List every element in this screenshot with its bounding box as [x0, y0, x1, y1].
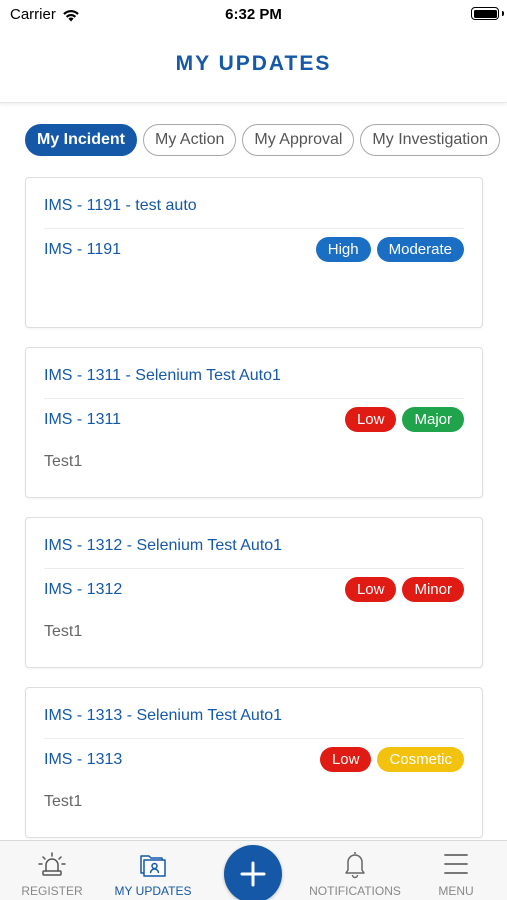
- badge-group: High Moderate: [315, 237, 464, 262]
- page-title: MY UPDATES: [175, 52, 332, 75]
- severity-badge: Moderate: [376, 237, 464, 262]
- incident-list: IMS - 1191 - test auto IMS - 1191 High M…: [25, 177, 483, 857]
- badge-group: Low Major: [344, 407, 464, 432]
- incident-title: IMS - 1313 - Selenium Test Auto1: [44, 707, 283, 724]
- folder-user-icon: [140, 855, 166, 877]
- nav-menu-label: MENU: [438, 884, 474, 898]
- incident-code: IMS - 1312: [44, 581, 123, 598]
- incident-card[interactable]: IMS - 1311 - Selenium Test Auto1 IMS - 1…: [25, 347, 483, 498]
- priority-badge: Low: [344, 577, 397, 602]
- incident-card[interactable]: IMS - 1312 - Selenium Test Auto1 IMS - 1…: [25, 517, 483, 668]
- incident-title: IMS - 1311 - Selenium Test Auto1: [44, 367, 281, 384]
- tab-my-investigation[interactable]: My Investigation: [360, 124, 501, 156]
- alarm-light-icon: [38, 852, 66, 876]
- priority-badge: Low: [344, 407, 397, 432]
- severity-badge: Cosmetic: [377, 747, 464, 772]
- card-divider: [44, 228, 464, 229]
- nav-my-updates[interactable]: MY UPDATES: [103, 841, 203, 900]
- add-button[interactable]: [224, 845, 282, 900]
- incident-title: IMS - 1312 - Selenium Test Auto1: [44, 537, 283, 554]
- nav-register[interactable]: REGISTER: [2, 841, 102, 900]
- priority-badge: Low: [319, 747, 372, 772]
- card-divider: [44, 568, 464, 569]
- battery-icon: [471, 7, 499, 20]
- badge-group: Low Cosmetic: [319, 747, 464, 772]
- severity-badge: Major: [402, 407, 464, 432]
- plus-icon: [240, 861, 266, 887]
- incident-description: Test1: [44, 793, 83, 810]
- incident-card[interactable]: IMS - 1313 - Selenium Test Auto1 IMS - 1…: [25, 687, 483, 838]
- card-divider: [44, 398, 464, 399]
- bell-icon: [345, 852, 365, 879]
- incident-description: Test1: [44, 623, 83, 640]
- incident-description: Test1: [44, 453, 83, 470]
- status-bar: Carrier 6:32 PM: [0, 0, 507, 28]
- tab-my-approval[interactable]: My Approval: [242, 124, 355, 156]
- incident-title: IMS - 1191 - test auto: [44, 197, 197, 214]
- incident-code: IMS - 1313: [44, 751, 123, 768]
- badge-group: Low Minor: [344, 577, 464, 602]
- incident-code: IMS - 1311: [44, 411, 122, 428]
- nav-menu[interactable]: MENU: [406, 841, 506, 900]
- card-divider: [44, 738, 464, 739]
- hamburger-icon: [444, 854, 468, 874]
- severity-badge: Minor: [402, 577, 464, 602]
- tab-my-incident[interactable]: My Incident: [25, 124, 138, 156]
- incident-card[interactable]: IMS - 1191 - test auto IMS - 1191 High M…: [25, 177, 483, 328]
- tab-my-action[interactable]: My Action: [143, 124, 237, 156]
- priority-badge: High: [315, 237, 371, 262]
- incident-code: IMS - 1191: [44, 241, 122, 258]
- nav-my-updates-label: MY UPDATES: [114, 884, 192, 898]
- nav-notifications[interactable]: NOTIFICATIONS: [305, 841, 405, 900]
- filter-tabs: My Incident My Action My Approval My Inv…: [25, 124, 501, 156]
- status-time: 6:32 PM: [225, 6, 282, 23]
- header: MY UPDATES: [0, 28, 507, 103]
